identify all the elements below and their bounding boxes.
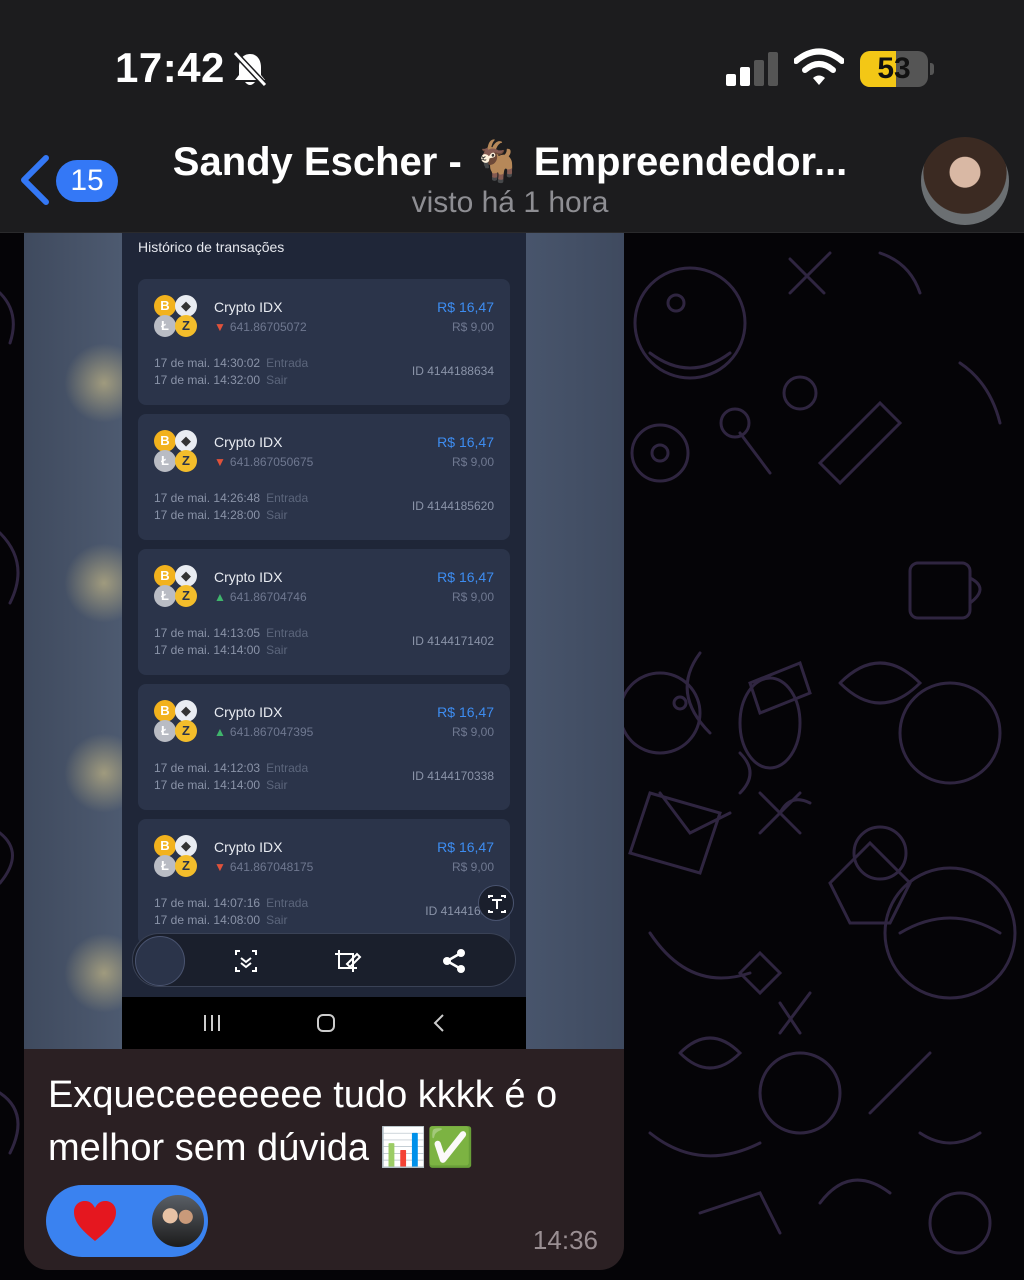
edit-crop-icon[interactable] [333,946,363,976]
open-time: 17 de mai. 14:13:05 Entrada [154,626,309,640]
asset-price: ▼ 641.867050675 [214,455,314,469]
heart-icon [74,1201,116,1241]
crypto-coins-icon: B ◆ Ł Z [154,295,198,337]
close-time: 17 de mai. 14:08:00 Sair [154,913,288,927]
asset-price: ▲ 641.86704746 [214,590,307,604]
status-time: 17:42 [115,44,225,91]
close-time: 17 de mai. 14:28:00 Sair [154,508,288,522]
scroll-capture-icon[interactable] [231,946,261,976]
stake-amount: R$ 9,00 [451,860,494,874]
transaction-card[interactable]: B ◆ Ł Z Crypto IDX ▼ 641.867050675 R$ 16,47 R$ 9… [138,414,510,540]
close-time: 17 de mai. 14:14:00 Sair [154,643,288,657]
transaction-card[interactable]: B ◆ Ł Z Crypto IDX ▲ 641.86704746 R$ 16,47 R$ 9,… [138,549,510,675]
reaction-pill[interactable] [46,1185,208,1257]
screenshot-image[interactable]: Histórico de transações B ◆ Ł Z Crypto IDX ▼ 6… [24,233,624,1049]
close-time: 17 de mai. 14:32:00 Sair [154,373,288,387]
asset-name: Crypto IDX [214,839,283,855]
profit-amount: R$ 16,47 [437,299,494,315]
message-time: 14:36 [532,1225,598,1255]
open-time: 17 de mai. 14:12:03 Entrada [154,761,309,775]
signal-icon [726,52,778,86]
stake-amount: R$ 9,00 [451,455,494,469]
message-text: Exqueceeeeeee tudo kkkk é o melhor sem d… [48,1074,558,1169]
wifi-icon [794,48,844,85]
transaction-card[interactable]: B ◆ Ł Z Crypto IDX ▼ 641.86705072 R$ 16,47 R$ 9,… [138,279,510,405]
transaction-card[interactable]: B ◆ Ł Z Crypto IDX ▼ 641.867048175 R$ 16,47 R$ 9… [138,819,510,945]
chat-title[interactable]: Sandy Escher - 🐐 Empreendedor... [150,138,870,185]
asset-name: Crypto IDX [214,299,283,315]
arrow-up-icon: ▲ [214,590,226,604]
top-bar: 17:42 53 15 Sandy Escher - 🐐 Empreendedo… [0,0,1024,233]
share-icon[interactable] [439,946,469,976]
asset-price: ▼ 641.86705072 [214,320,307,334]
text-scan-icon[interactable] [478,885,514,921]
arrow-down-icon: ▼ [214,320,226,334]
arrow-down-icon: ▼ [214,860,226,874]
bell-slash-icon [232,50,268,88]
asset-name: Crypto IDX [214,704,283,720]
asset-name: Crypto IDX [214,569,283,585]
asset-price: ▼ 641.867048175 [214,860,314,874]
contact-avatar[interactable] [921,137,1009,225]
stake-amount: R$ 9,00 [451,590,494,604]
profit-amount: R$ 16,47 [437,569,494,585]
crypto-coins-icon: B ◆ Ł Z [154,835,198,877]
battery-icon: 53 [860,51,934,87]
profit-amount: R$ 16,47 [437,839,494,855]
chat-subtitle: visto há 1 hora [411,186,609,219]
crypto-coins-icon: B ◆ Ł Z [154,565,198,607]
stake-amount: R$ 9,00 [451,320,494,334]
open-time: 17 de mai. 14:30:02 Entrada [154,356,309,370]
crypto-coins-icon: B ◆ Ł Z [154,700,198,742]
transaction-id: ID 4144188634 [411,364,494,378]
back-icon[interactable] [428,1011,452,1035]
reactor-avatar [150,1193,206,1249]
arrow-down-icon: ▼ [214,455,226,469]
message-bubble[interactable]: Histórico de transações B ◆ Ł Z Crypto IDX ▼ 6… [24,233,624,1270]
battery-level: 53 [877,52,911,85]
crypto-coins-icon: B ◆ Ł Z [154,430,198,472]
close-time: 17 de mai. 14:14:00 Sair [154,778,288,792]
transaction-id: ID 4144171402 [411,634,494,648]
stake-amount: R$ 9,00 [451,725,494,739]
transaction-id: ID 4144185620 [411,499,494,513]
embedded-phone-screen: Histórico de transações B ◆ Ł Z Crypto IDX ▼ 6… [122,233,526,1049]
history-title: Histórico de transações [138,239,285,255]
transaction-id: ID 4144170338 [411,769,494,783]
profit-amount: R$ 16,47 [437,704,494,720]
back-chevron-icon[interactable] [16,154,52,206]
asset-name: Crypto IDX [214,434,283,450]
open-time: 17 de mai. 14:07:16 Entrada [154,896,309,910]
preview-thumbnail[interactable] [135,936,185,986]
asset-price: ▲ 641.867047395 [214,725,314,739]
screenshot-toolbar [132,933,516,987]
unread-count-badge[interactable]: 15 [56,160,118,202]
arrow-up-icon: ▲ [214,725,226,739]
home-icon[interactable] [314,1011,338,1035]
profit-amount: R$ 16,47 [437,434,494,450]
transaction-card[interactable]: B ◆ Ł Z Crypto IDX ▲ 641.867047395 R$ 16,47 R$ 9… [138,684,510,810]
android-nav-bar [122,997,526,1049]
recents-icon[interactable] [200,1011,224,1035]
open-time: 17 de mai. 14:26:48 Entrada [154,491,309,505]
